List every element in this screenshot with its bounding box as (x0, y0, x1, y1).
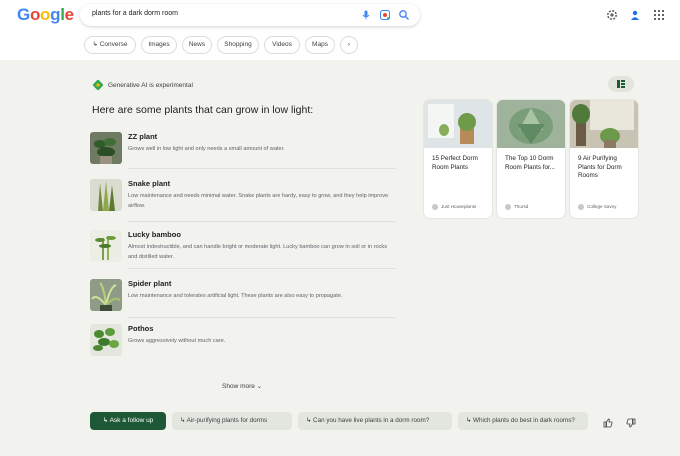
snake-plant-thumbnail[interactable] (90, 179, 122, 211)
item-divider (128, 317, 396, 318)
source-card-site: Thursd (505, 204, 565, 210)
ai-overview-panel: Generative AI is experimental Here are s… (0, 60, 680, 456)
item-title: Snake plant (128, 179, 171, 188)
spider-plant-thumbnail[interactable] (90, 279, 122, 311)
chip-shopping[interactable]: Shopping (217, 36, 259, 54)
google-logo[interactable]: Google (17, 5, 74, 25)
item-description: Almost indestructible, and can handle br… (128, 244, 388, 260)
source-card-site: Just Houseplants (432, 204, 492, 210)
zz-plant-thumbnail[interactable] (90, 132, 122, 164)
source-card-image (497, 100, 565, 148)
layout-toggle-icon (617, 80, 625, 88)
show-more-button[interactable]: Show more ⌄ (222, 382, 262, 390)
source-card[interactable]: 9 Air Purifying Plants for Dorm Rooms Co… (570, 100, 638, 218)
item-description: Low maintenance and tolerates artificial… (128, 293, 343, 299)
panel-layout-button[interactable] (608, 76, 634, 92)
generative-ai-label: Generative AI is experimental (108, 82, 193, 89)
gear-icon[interactable] (606, 9, 618, 21)
search-input[interactable]: plants for a dark dorm room (80, 4, 420, 26)
ai-heading: Here are some plants that can grow in lo… (92, 104, 314, 116)
item-description: Grows well in low light and only needs a… (128, 146, 285, 152)
source-card[interactable]: The Top 10 Dorm Room Plants for... Thurs… (497, 100, 565, 218)
source-card[interactable]: 15 Perfect Dorm Room Plants Just Housepl… (424, 100, 492, 218)
logo-letter: o (29, 5, 41, 24)
item-description: Low maintenance and needs minimal water.… (128, 193, 389, 209)
site-favicon-icon (432, 204, 438, 210)
source-card-site-name: Thursd (514, 204, 529, 210)
source-card-title: 9 Air Purifying Plants for Dorm Rooms (578, 155, 622, 179)
source-card-title: The Top 10 Dorm Room Plants for... (505, 155, 556, 171)
item-description: Grows aggressively without much care. (128, 338, 226, 344)
item-divider (128, 221, 396, 222)
lucky-bamboo-thumbnail[interactable] (90, 230, 122, 262)
logo-letter: g (50, 5, 61, 24)
lens-icon[interactable] (379, 9, 391, 21)
chip-more-arrow[interactable]: › (340, 36, 358, 54)
source-card-title: 15 Perfect Dorm Room Plants (432, 155, 478, 171)
chip-news[interactable]: News (182, 36, 212, 54)
logo-letter: e (64, 5, 74, 24)
source-card-image (424, 100, 492, 148)
thumbs-down-icon[interactable] (626, 418, 636, 428)
pothos-thumbnail[interactable] (90, 324, 122, 356)
site-favicon-icon (578, 204, 584, 210)
search-query-text: plants for a dark dorm room (92, 10, 178, 17)
generative-ai-icon (92, 79, 104, 91)
chip-converse[interactable]: ↳ Converse (84, 36, 136, 54)
account-icon[interactable] (629, 9, 641, 21)
thumbs-up-icon[interactable] (603, 418, 613, 428)
suggestion-chip[interactable]: ↳ Air-purifying plants for dorms (172, 412, 292, 430)
chip-images[interactable]: Images (141, 36, 177, 54)
logo-letter: o (40, 5, 51, 24)
source-card-site-name: Just Houseplants (441, 204, 477, 210)
item-divider (128, 268, 396, 269)
chip-maps[interactable]: Maps (305, 36, 335, 54)
source-card-site: College Savvy (578, 204, 638, 210)
chip-videos[interactable]: Videos (264, 36, 300, 54)
site-favicon-icon (505, 204, 511, 210)
microphone-icon[interactable] (360, 9, 372, 21)
suggestion-chip[interactable]: ↳ Can you have live plants in a dorm roo… (298, 412, 452, 430)
item-title: ZZ plant (128, 132, 158, 141)
source-card-site-name: College Savvy (587, 204, 617, 210)
item-title: Spider plant (128, 279, 172, 288)
source-card-image (570, 100, 638, 148)
suggestion-chip[interactable]: ↳ Which plants do best in dark rooms? (458, 412, 588, 430)
item-title: Lucky bamboo (128, 230, 181, 239)
search-header: Google plants for a dark dorm room (0, 0, 680, 32)
ask-follow-up-button[interactable]: ↳ Ask a follow up (90, 412, 166, 430)
item-divider (128, 168, 396, 169)
apps-grid-icon[interactable] (653, 9, 665, 21)
item-title: Pothos (128, 324, 154, 333)
logo-letter: G (17, 5, 30, 24)
search-icon[interactable] (398, 9, 410, 21)
